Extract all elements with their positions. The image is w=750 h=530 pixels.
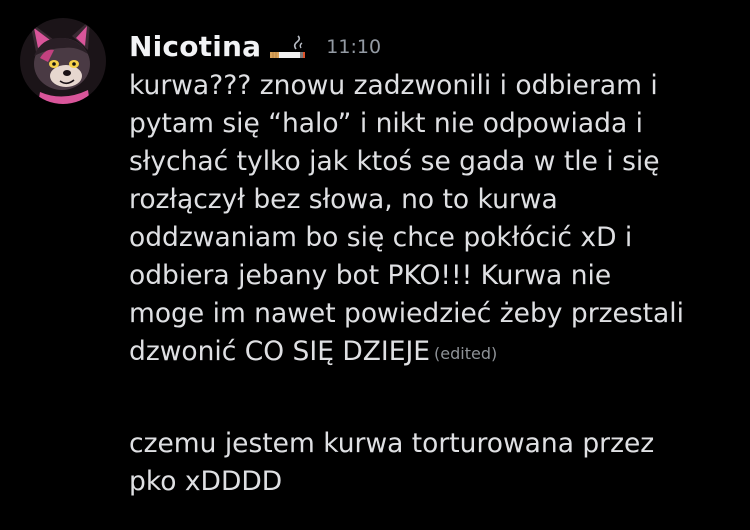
- message-text-followup: czemu jestem kurwa torturowana przez pko…: [129, 428, 655, 497]
- wolf-avatar-icon: [20, 18, 106, 104]
- edited-label: (edited): [434, 344, 498, 363]
- avatar[interactable]: [20, 18, 106, 104]
- message-content-followup: czemu jestem kurwa torturowana przez pko…: [129, 425, 729, 501]
- cigarette-icon: [268, 35, 308, 61]
- timestamp: 11:10: [326, 36, 382, 58]
- message-text: kurwa??? znowu zadzwonili i odbieram i p…: [129, 70, 684, 367]
- message-group: Nicotina 11:10 kurwa??? znowu zadzwonili…: [0, 0, 750, 530]
- message-content: kurwa??? znowu zadzwonili i odbieram i p…: [129, 67, 729, 373]
- username[interactable]: Nicotina: [129, 30, 261, 63]
- message-header: Nicotina 11:10: [129, 26, 381, 66]
